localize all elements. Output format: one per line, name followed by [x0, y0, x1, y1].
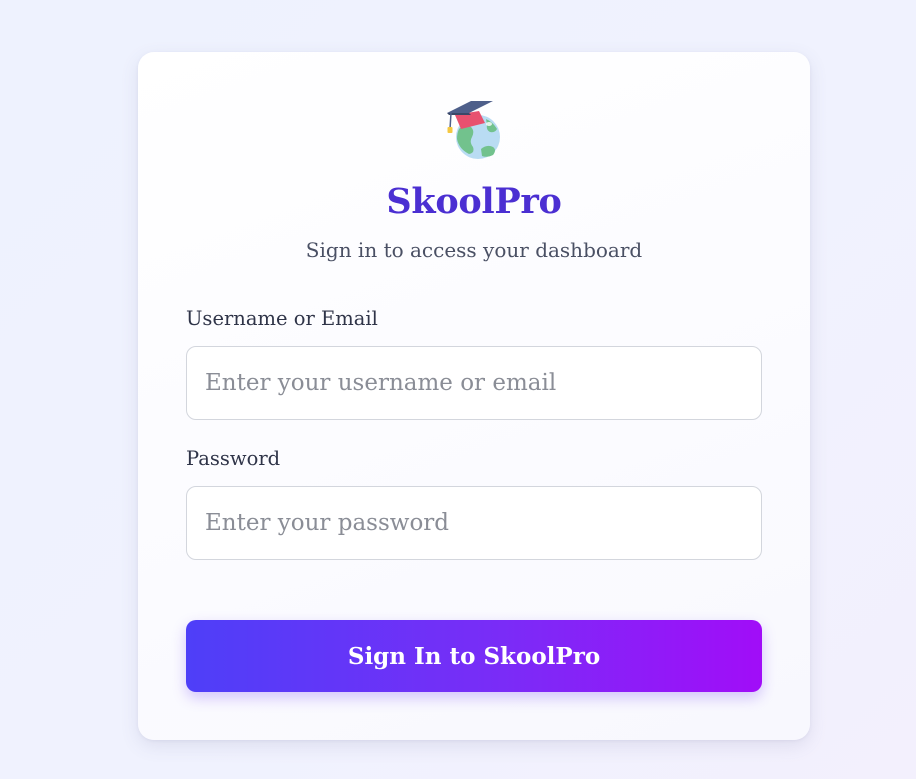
- app-title: SkoolPro: [386, 181, 562, 222]
- sign-in-button[interactable]: Sign In to SkoolPro: [186, 620, 762, 692]
- username-label: Username or Email: [186, 307, 378, 330]
- graduation-globe-icon: [447, 101, 500, 159]
- password-label: Password: [186, 447, 281, 470]
- login-subtitle: Sign in to access your dashboard: [305, 238, 643, 262]
- login-card: SkoolPro Sign in to access your dashboar…: [138, 52, 810, 740]
- username-input[interactable]: [186, 346, 762, 420]
- password-input[interactable]: [186, 486, 762, 560]
